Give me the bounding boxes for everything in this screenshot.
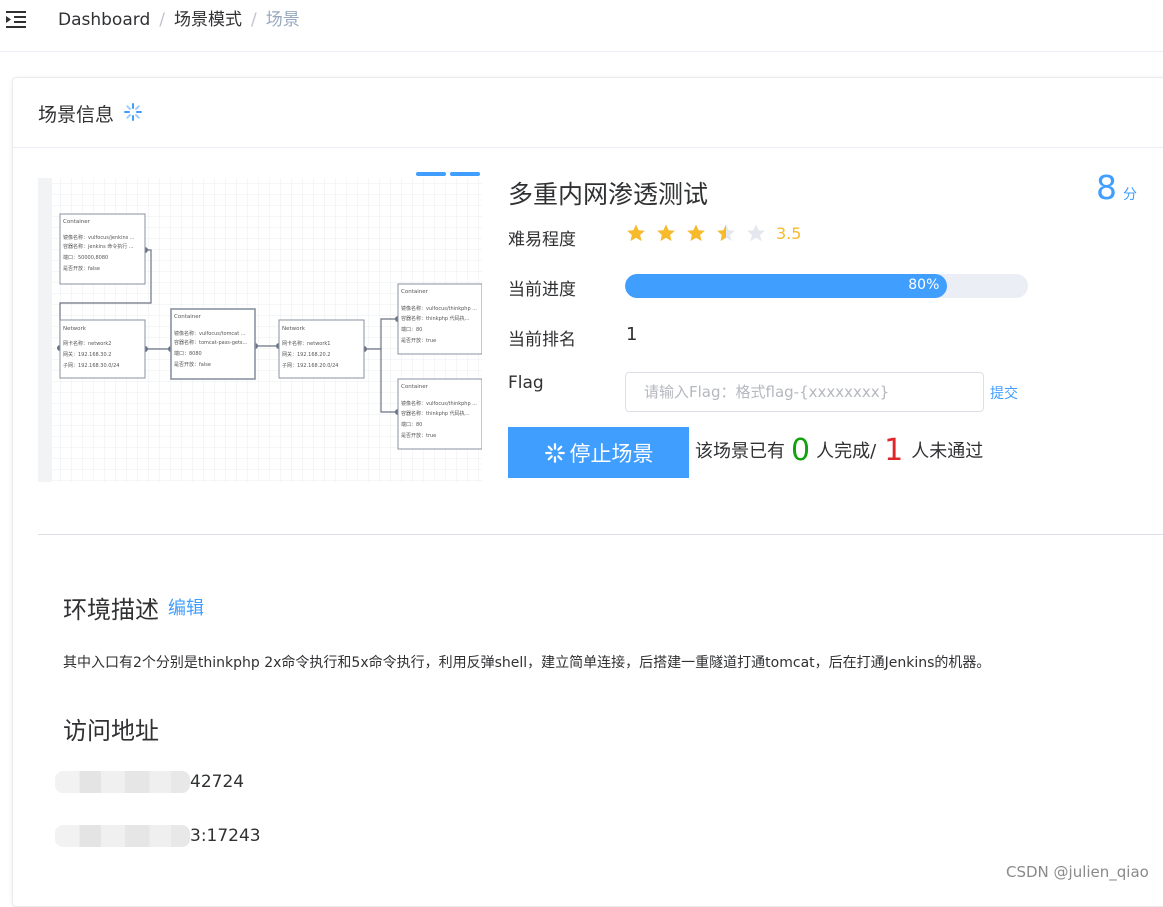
completed-count: 0 bbox=[791, 433, 811, 468]
diagram-node-title: Container bbox=[174, 314, 202, 320]
diagram-node-tomcat: Container 镜像名称：vulfocus/tomcat ... 容器名称：… bbox=[170, 308, 256, 380]
star-icon[interactable] bbox=[716, 223, 736, 243]
completed-suffix: 人完成/ bbox=[816, 441, 877, 462]
diagram-node-jenkins: Container 镜像名称：vulfocus/jenkins ... 容器名称… bbox=[59, 213, 146, 285]
diagram-node-line: 端口：80 bbox=[401, 326, 422, 333]
diagram-node-title: Container bbox=[401, 289, 429, 295]
breadcrumb-separator: / bbox=[159, 10, 165, 30]
diagram-node-line: 网关：192.168.20.2 bbox=[282, 351, 330, 358]
diagram-node-network2: Network 网卡名称：network2 网关：192.168.30.2 子网… bbox=[59, 319, 146, 379]
star-icon[interactable] bbox=[626, 223, 646, 243]
breadcrumb-item-scene: 场景 bbox=[265, 10, 300, 30]
diagram-node-line: 端口：80 bbox=[401, 421, 422, 428]
rank-label: 当前排名 bbox=[508, 330, 576, 350]
progress-bar: 80% bbox=[625, 274, 1028, 298]
progress-label: 当前进度 bbox=[508, 280, 576, 300]
diagram-node-line: 是否开放：true bbox=[401, 432, 436, 439]
breadcrumb: Dashboard / 场景模式 / 场景 bbox=[58, 9, 300, 31]
diagram-node-network1: Network 网卡名称：network1 网关：192.168.20.2 子网… bbox=[278, 319, 365, 379]
redacted-host bbox=[55, 771, 190, 793]
watermark: CSDN @julien_qiao bbox=[1006, 863, 1149, 881]
breadcrumb-item-dashboard[interactable]: Dashboard bbox=[58, 10, 150, 30]
rank-value: 1 bbox=[626, 324, 638, 345]
progress-fill: 80% bbox=[625, 274, 948, 298]
access-title: 访问地址 bbox=[63, 717, 159, 745]
breadcrumb-separator: / bbox=[250, 10, 257, 30]
loading-spinner-icon bbox=[544, 442, 565, 463]
stop-scene-button[interactable]: 停止场景 bbox=[508, 427, 689, 478]
difficulty-rating: 3.5 bbox=[626, 223, 801, 243]
diagram-node-line: 网卡名称：network1 bbox=[282, 340, 331, 347]
failed-count: 1 bbox=[884, 433, 904, 468]
diagram-node-line: 镜像名称：vulfocus/jenkins ... bbox=[63, 234, 135, 241]
diagram-node-thinkphp-2: Container 镜像名称：vulfocus/thinkphp ... 容器名… bbox=[397, 378, 482, 450]
difficulty-label: 难易程度 bbox=[508, 230, 576, 250]
diagram-node-line: 容器名称：thinkphp 代码执... bbox=[401, 410, 470, 417]
star-icon[interactable] bbox=[686, 223, 706, 243]
breadcrumb-item-scene-mode[interactable]: 场景模式 bbox=[174, 10, 242, 30]
diagram-node-line: 子网：192.168.30.0/24 bbox=[63, 362, 119, 369]
submit-flag-link[interactable]: 提交 bbox=[990, 383, 1018, 403]
diagram-node-line: 镜像名称：vulfocus/tomcat ... bbox=[174, 330, 246, 337]
progress-text: 80% bbox=[908, 277, 940, 293]
diagram-node-line: 镜像名称：vulfocus/thinkphp ... bbox=[401, 305, 477, 312]
completion-prefix: 该场景已有 bbox=[695, 441, 785, 462]
diagram-node-line: 网关：192.168.30.2 bbox=[63, 351, 111, 358]
diagram-node-title: Container bbox=[63, 219, 91, 225]
environment-title: 环境描述 bbox=[63, 596, 159, 624]
score: 8分 bbox=[1096, 168, 1137, 207]
rating-value: 3.5 bbox=[776, 223, 802, 243]
diagram-node-title: Network bbox=[282, 326, 306, 332]
access-address-text: 42724 bbox=[190, 772, 245, 792]
top-navbar: Dashboard / 场景模式 / 场景 bbox=[0, 0, 1163, 52]
diagram-node-line: 网卡名称：network2 bbox=[63, 340, 112, 347]
diagram-node-title: Network bbox=[63, 326, 87, 332]
star-icon[interactable] bbox=[746, 223, 766, 243]
diagram-node-line: 是否开放：false bbox=[63, 265, 100, 272]
edit-description-link[interactable]: 编辑 bbox=[168, 594, 204, 620]
diagram-node-line: 端口：8080 bbox=[174, 350, 202, 357]
score-value: 8 bbox=[1096, 168, 1117, 207]
diagram-node-line: 子网：192.168.20.0/24 bbox=[282, 362, 338, 369]
completion-stats: 该场景已有 0 人完成/1 人未通过 bbox=[695, 433, 983, 468]
diagram-node-title: Container bbox=[401, 384, 429, 390]
star-icon[interactable] bbox=[656, 223, 676, 243]
card-title: 场景信息 bbox=[38, 104, 115, 126]
flag-input[interactable] bbox=[625, 372, 984, 412]
topology-diagram: Container 镜像名称：vulfocus/jenkins ... 容器名称… bbox=[38, 172, 482, 482]
diagram-node-line: 是否开放：true bbox=[401, 337, 436, 344]
loading-spinner-icon bbox=[123, 102, 143, 122]
diagram-node-line: 镜像名称：vulfocus/thinkphp ... bbox=[401, 400, 477, 407]
diagram-node-line: 容器名称：jenkins 命令执行 ... bbox=[63, 243, 134, 250]
diagram-node-thinkphp-1: Container 镜像名称：vulfocus/thinkphp ... 容器名… bbox=[397, 283, 482, 355]
stop-scene-label: 停止场景 bbox=[569, 441, 654, 466]
score-unit: 分 bbox=[1123, 187, 1137, 203]
diagram-node-line: 是否开放：false bbox=[174, 361, 211, 368]
menu-toggle-icon[interactable] bbox=[6, 10, 28, 28]
access-address[interactable]: 42724 bbox=[55, 766, 244, 798]
rating-stars bbox=[626, 223, 776, 243]
section-divider bbox=[38, 534, 1163, 535]
failed-suffix: 人未通过 bbox=[911, 441, 984, 462]
redacted-host bbox=[55, 825, 190, 847]
scene-title: 多重内网渗透测试 bbox=[508, 180, 709, 209]
scene-info-card: 场景信息 Container 镜像名称：vulfocus/jenkins ...… bbox=[12, 77, 1163, 907]
access-address-text: 3:17243 bbox=[190, 826, 261, 846]
diagram-node-line: 端口：50000,8080 bbox=[63, 254, 108, 261]
environment-description: 其中入口有2个分别是thinkphp 2x命令执行和5x命令执行，利用反弹she… bbox=[63, 655, 991, 671]
access-address[interactable]: 3:17243 bbox=[55, 820, 261, 852]
flag-label: Flag bbox=[508, 373, 544, 393]
diagram-node-line: 容器名称：tomcat-pass-gets... bbox=[174, 339, 248, 346]
diagram-node-line: 容器名称：thinkphp 代码执... bbox=[401, 315, 470, 322]
card-header: 场景信息 bbox=[13, 78, 1163, 148]
